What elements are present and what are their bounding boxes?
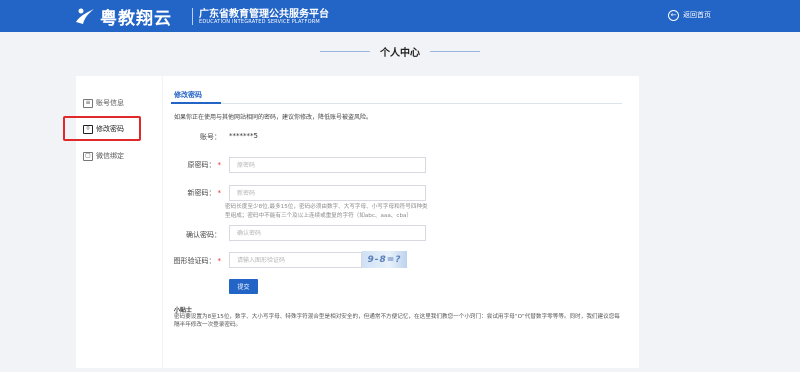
- required-mark: *: [217, 189, 222, 197]
- tips-body: 密码要设置为8至15位，数字、大小写字母、特殊字符混合型是相对安全的，但通常不方…: [174, 314, 620, 328]
- old-password-label-text: 原密码：: [187, 161, 216, 169]
- password-rule-hint: 密码长度至少8位,最多15位，密码必须由数字、大写字母、小写字母和符号四种类型组…: [225, 204, 428, 219]
- back-arrow-icon: ←: [668, 9, 679, 21]
- new-password-field[interactable]: [229, 185, 426, 201]
- sidebar-item-label: 账号信息: [96, 99, 124, 107]
- brand-divider: [192, 8, 193, 25]
- account-value: *******5: [229, 132, 258, 140]
- captcha-label-text: 图形验证码：: [173, 257, 216, 265]
- platform-title: 广东省教育管理公共服务平台: [199, 9, 329, 20]
- captcha-image[interactable]: 9-8=?: [362, 251, 407, 268]
- new-password-label-text: 新密码：: [187, 189, 216, 197]
- logo-icon: [76, 8, 94, 24]
- back-home-label: 返回首页: [683, 11, 711, 19]
- sidebar-item-label: 微信绑定: [96, 152, 124, 160]
- section-title: 修改密码: [174, 91, 202, 99]
- captcha-input[interactable]: [229, 252, 362, 268]
- required-mark: *: [217, 161, 222, 169]
- old-password-label: 原密码： *: [163, 160, 222, 170]
- confirm-password-label: 确认密码：: [186, 231, 221, 239]
- change-password-panel: 修改密码 如果你正在使用与其他网站相同的密码，建议你修改，降低账号被盗风险。 账…: [163, 76, 639, 368]
- brand-name[interactable]: 粤教翔云: [100, 4, 172, 29]
- captcha-label: 图形验证码： *: [163, 256, 222, 266]
- security-notice: 如果你正在使用与其他网站相同的密码，建议你修改，降低账号被盗风险。: [174, 114, 373, 121]
- section-divider-accent: [171, 102, 221, 104]
- platform-subtitle: EDUCATION INTEGRATED SERVICE PLATFORM: [199, 19, 320, 25]
- old-password-field[interactable]: [229, 157, 426, 173]
- wechat-bind-icon: ▢: [83, 151, 93, 161]
- highlight-box: [63, 116, 141, 141]
- required-mark: *: [217, 257, 222, 265]
- section-divider: [171, 103, 622, 104]
- new-password-label: 新密码： *: [163, 188, 222, 198]
- account-label: 账号：: [200, 133, 221, 141]
- confirm-password-field[interactable]: [229, 225, 426, 241]
- account-card-icon: ≡: [83, 98, 93, 108]
- top-bar: 粤教翔云 广东省教育管理公共服务平台 EDUCATION INTEGRATED …: [0, 0, 800, 32]
- sidebar-item-account-info[interactable]: ≡ 账号信息: [83, 96, 124, 110]
- submit-button[interactable]: 提交: [229, 279, 258, 294]
- heading-rule-right: [430, 51, 480, 52]
- sidebar-item-wechat-bind[interactable]: ▢ 微信绑定: [83, 149, 124, 163]
- back-home-link[interactable]: ← 返回首页: [668, 8, 711, 22]
